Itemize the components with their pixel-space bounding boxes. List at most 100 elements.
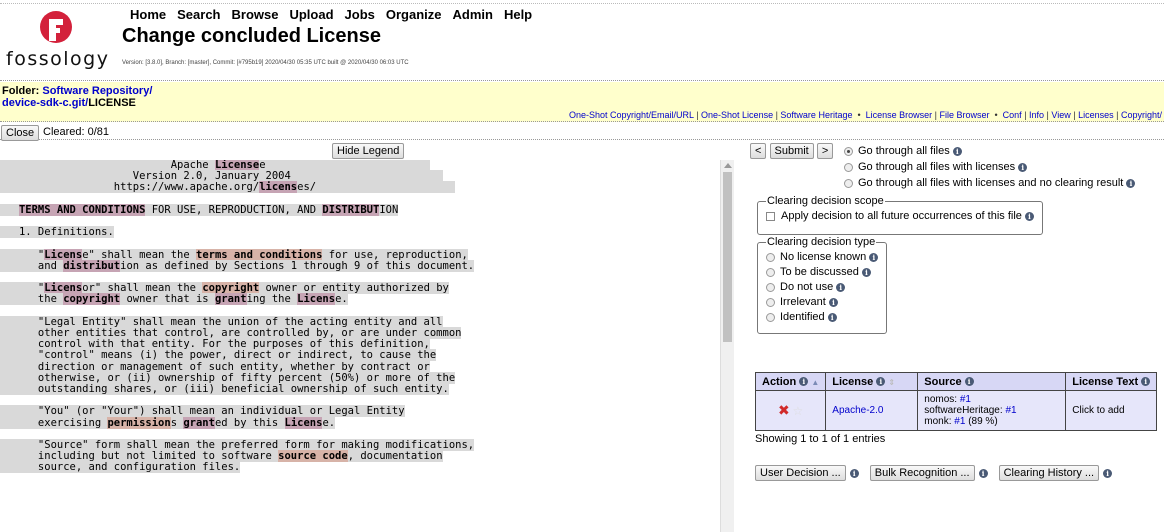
source-cell: nomos: #1 softwareHeritage: #1 monk: #1 …: [917, 390, 1067, 431]
license-text-content: Apache Licensee Version 2.0, January 200…: [0, 160, 475, 474]
col-action[interactable]: Action i ▲: [754, 372, 827, 391]
col-source[interactable]: Source i: [917, 372, 1067, 391]
link-info[interactable]: Info: [1029, 110, 1044, 120]
info-icon[interactable]: i: [1141, 377, 1151, 387]
clearing-scope-group: Clearing decision scope Apply decision t…: [757, 195, 1043, 235]
info-icon[interactable]: i: [964, 377, 974, 387]
license-text-cell[interactable]: Click to add: [1065, 390, 1158, 431]
submit-button[interactable]: Submit: [769, 143, 814, 159]
radio-icon[interactable]: [766, 282, 775, 292]
menu-jobs[interactable]: Jobs: [345, 7, 375, 22]
main-menu: Home Search Browse Upload Jobs Organize Admin H…: [130, 7, 543, 22]
clearing-type-group: Clearing decision type No license known …: [757, 236, 888, 334]
menu-organize[interactable]: Organize: [386, 7, 442, 22]
table-info: Showing 1 to 1 of 1 entries: [755, 433, 886, 445]
fossology-logo-icon: [40, 11, 72, 43]
menu-help[interactable]: Help: [504, 7, 532, 22]
nav-option-files-with-licenses[interactable]: Go through all files with licenses i: [844, 161, 1028, 173]
info-icon[interactable]: i: [799, 377, 809, 387]
action-cell: ✖ ☆: [754, 390, 827, 431]
radio-icon[interactable]: [766, 312, 775, 322]
checkbox-icon[interactable]: [766, 211, 775, 221]
top-divider: [0, 3, 1164, 4]
source-link-monk[interactable]: #1: [954, 416, 965, 427]
fossology-logo[interactable]: fossology: [2, 10, 114, 70]
info-icon[interactable]: i: [1103, 468, 1113, 478]
sort-icon[interactable]: ⇕: [888, 378, 895, 387]
license-name-link[interactable]: Apache-2.0: [832, 405, 883, 416]
folder-link-software-repository[interactable]: Software Repository/: [42, 85, 152, 97]
link-view[interactable]: View: [1051, 110, 1070, 120]
user-decision-button[interactable]: User Decision ...: [755, 465, 846, 481]
source-link-softwareheritage[interactable]: #1: [1005, 405, 1016, 416]
menu-search[interactable]: Search: [177, 7, 220, 22]
link-file-browser[interactable]: File Browser: [940, 110, 990, 120]
radio-icon[interactable]: [844, 162, 853, 172]
link-software-heritage[interactable]: Software Heritage: [780, 110, 852, 120]
link-copyright[interactable]: Copyright/: [1121, 110, 1162, 120]
clearing-status-bar: Close Cleared: 0/81: [0, 124, 1164, 141]
clearing-type-legend: Clearing decision type: [767, 236, 876, 248]
col-license[interactable]: License i ⇕: [825, 372, 919, 391]
radio-icon[interactable]: [844, 178, 853, 188]
text-scrollbar[interactable]: [720, 160, 734, 532]
folder-link-upload[interactable]: device-sdk-c.git/: [2, 97, 88, 109]
info-icon[interactable]: i: [1126, 178, 1136, 188]
view-links-bar: One-Shot Copyright/Email/URL | One-Shot …: [568, 110, 1162, 120]
prev-file-button[interactable]: <: [750, 143, 767, 159]
cleared-count: Cleared: 0/81: [43, 126, 110, 138]
sort-asc-icon[interactable]: ▲: [811, 378, 819, 387]
info-icon[interactable]: i: [828, 297, 838, 307]
info-icon[interactable]: i: [952, 146, 962, 156]
nav-option-no-clearing-result[interactable]: Go through all files with licenses and n…: [844, 177, 1136, 189]
info-icon[interactable]: i: [827, 312, 837, 322]
info-icon[interactable]: i: [849, 468, 859, 478]
radio-icon[interactable]: [766, 267, 775, 277]
next-file-button[interactable]: >: [816, 143, 834, 159]
clearing-history-button[interactable]: Clearing History ...: [998, 465, 1100, 481]
info-icon[interactable]: i: [1024, 211, 1034, 221]
remove-icon[interactable]: ✖: [778, 402, 790, 418]
link-conf[interactable]: Conf: [1003, 110, 1022, 120]
header-divider: [0, 80, 1164, 81]
decision-do-not-use[interactable]: Do not use i: [766, 280, 878, 295]
file-navigation: < Submit >: [750, 143, 834, 159]
link-license-browser[interactable]: License Browser: [866, 110, 933, 120]
decision-no-license-known[interactable]: No license known i: [766, 250, 879, 265]
link-oneshot-license[interactable]: One-Shot License: [701, 110, 773, 120]
table-row: ✖ ☆ Apache-2.0 nomos: #1 softwareHeritag…: [754, 390, 1158, 431]
menu-admin[interactable]: Admin: [453, 7, 493, 22]
star-icon[interactable]: ☆: [793, 404, 804, 418]
nav-option-all-files[interactable]: Go through all files i: [844, 145, 962, 157]
source-link-nomos[interactable]: #1: [960, 394, 971, 405]
license-text-viewer: Apache Licensee Version 2.0, January 200…: [0, 160, 720, 532]
apply-future-occurrences-option[interactable]: Apply decision to all future occurrences…: [766, 209, 1034, 224]
info-icon[interactable]: i: [861, 267, 871, 277]
bulk-recognition-button[interactable]: Bulk Recognition ...: [869, 465, 975, 481]
current-file-name: LICENSE: [88, 97, 136, 109]
info-icon[interactable]: i: [978, 468, 988, 478]
folder-path-line2: device-sdk-c.git/LICENSE: [2, 97, 136, 109]
info-icon[interactable]: i: [836, 282, 846, 292]
radio-icon[interactable]: [766, 252, 775, 262]
info-icon[interactable]: i: [869, 252, 879, 262]
info-icon[interactable]: i: [1018, 162, 1028, 172]
link-licenses[interactable]: Licenses: [1078, 110, 1114, 120]
scroll-up-icon[interactable]: [724, 163, 732, 168]
scrollbar-thumb[interactable]: [723, 172, 732, 342]
menu-upload[interactable]: Upload: [289, 7, 333, 22]
link-oneshot-copyright[interactable]: One-Shot Copyright/Email/URL: [569, 110, 694, 120]
decision-to-be-discussed[interactable]: To be discussed i: [766, 265, 878, 280]
radio-selected-icon[interactable]: [844, 146, 853, 156]
clearing-scope-legend: Clearing decision scope: [767, 195, 884, 207]
radio-icon[interactable]: [766, 297, 775, 307]
info-icon[interactable]: i: [876, 377, 886, 387]
logo-wordmark: fossology: [6, 48, 110, 70]
col-license-text[interactable]: License Text i: [1065, 372, 1158, 391]
close-button[interactable]: Close: [1, 125, 40, 141]
decision-irrelevant[interactable]: Irrelevant i: [766, 295, 878, 310]
menu-home[interactable]: Home: [130, 7, 166, 22]
menu-browse[interactable]: Browse: [232, 7, 279, 22]
decision-identified[interactable]: Identified i: [766, 310, 878, 325]
hide-legend-button[interactable]: Hide Legend: [332, 143, 405, 159]
